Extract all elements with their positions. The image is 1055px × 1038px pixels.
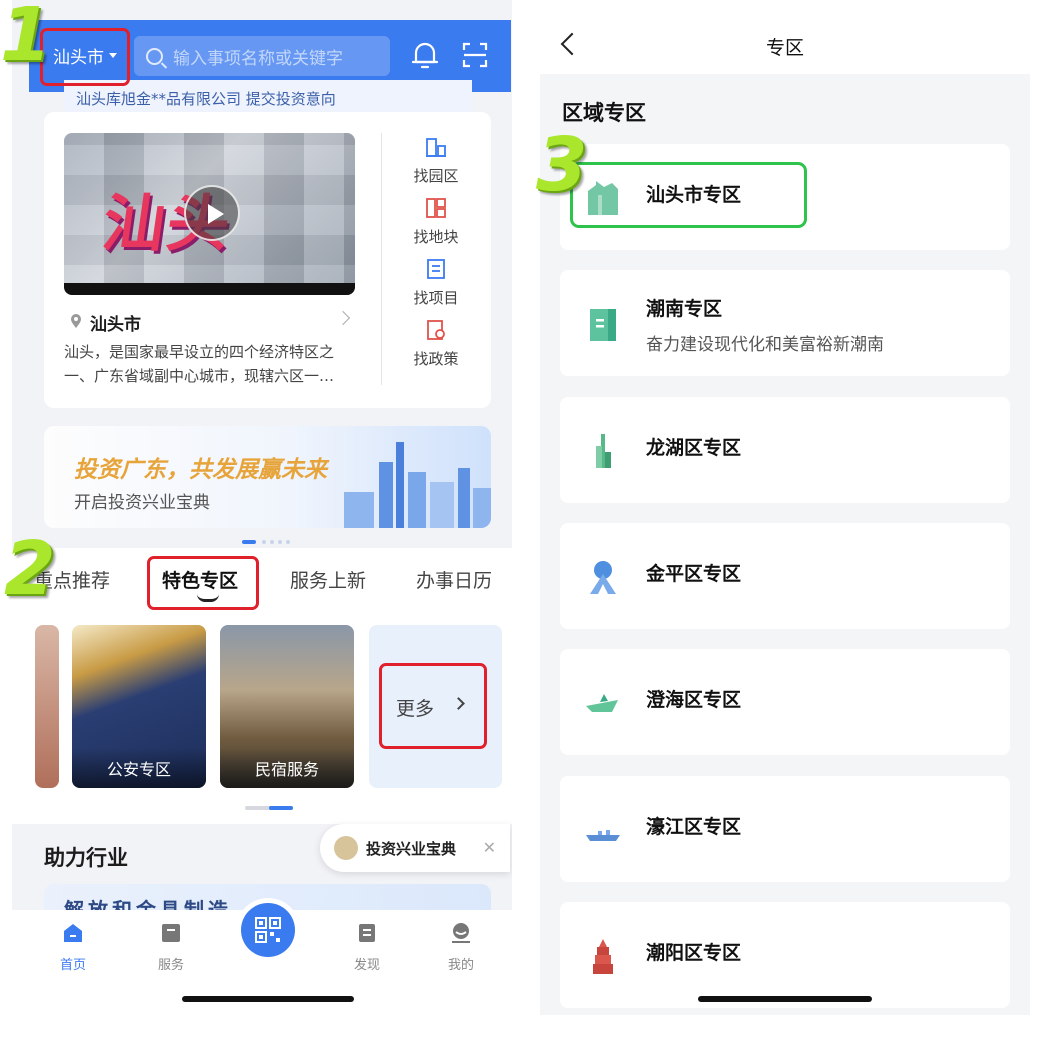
quick-find-project[interactable]: 找项目 bbox=[404, 258, 468, 308]
thumb-partial[interactable] bbox=[35, 625, 59, 788]
policy-icon bbox=[427, 320, 445, 340]
thumb-label: 公安专区 bbox=[72, 748, 206, 788]
zone-item-chaonan[interactable]: 潮南专区 奋力建设现代化和美富裕新潮南 bbox=[560, 270, 1010, 376]
monument-icon bbox=[590, 561, 616, 594]
highlight-shantou-zone bbox=[570, 162, 807, 228]
thumb-homestay-service[interactable]: 民宿服务 bbox=[220, 625, 354, 788]
tower-icon bbox=[596, 434, 611, 468]
search-icon bbox=[146, 47, 163, 65]
quick-label: 找地块 bbox=[413, 228, 459, 246]
banner-subtitle: 开启投资兴业宝典 bbox=[74, 493, 210, 513]
step-badge-3: 3 bbox=[536, 122, 588, 208]
tab-new-services[interactable]: 服务上新 bbox=[290, 566, 366, 593]
highlight-special-zones-tab bbox=[147, 556, 259, 610]
divider bbox=[381, 133, 382, 385]
banner-title: 投资广东，共发展赢未来 bbox=[74, 457, 327, 483]
boat-icon bbox=[586, 694, 618, 712]
home-icon bbox=[64, 924, 82, 942]
play-icon[interactable] bbox=[184, 185, 240, 241]
search-placeholder: 输入事项名称或关键字 bbox=[173, 48, 343, 69]
qr-code-icon bbox=[255, 917, 281, 943]
zone-item-chaoyang[interactable]: 潮阳区专区 bbox=[560, 902, 1010, 1008]
bridge-icon bbox=[586, 830, 620, 841]
video-bottom-bar bbox=[64, 283, 355, 295]
zone-item-jinping[interactable]: 金平区专区 bbox=[560, 523, 1010, 629]
zone-name: 潮南专区 bbox=[646, 298, 723, 320]
zone-item-chenghai[interactable]: 澄海区专区 bbox=[560, 649, 1010, 755]
bell-icon[interactable] bbox=[412, 40, 438, 70]
search-input[interactable]: 输入事项名称或关键字 bbox=[134, 36, 390, 76]
promo-banner[interactable]: 投资广东，共发展赢未来 开启投资兴业宝典 bbox=[44, 426, 491, 528]
tabbar-label: 服务 bbox=[157, 958, 184, 973]
tab-calendar[interactable]: 办事日历 bbox=[416, 566, 492, 593]
zone-name: 澄海区专区 bbox=[646, 689, 742, 711]
page-title: 专区 bbox=[765, 37, 804, 59]
city-description: 汕头，是国家最早设立的四个经济特区之一、广东省域副中心城市，现辖六区一… bbox=[64, 343, 335, 385]
user-icon bbox=[452, 923, 470, 943]
project-icon bbox=[427, 259, 445, 279]
highlight-city-selector bbox=[40, 28, 130, 86]
quick-find-policy[interactable]: 找政策 bbox=[404, 319, 468, 369]
investment-guide-pill[interactable]: 投资兴业宝典 ✕ bbox=[320, 824, 510, 872]
bookmark-icon bbox=[162, 924, 180, 942]
zone-name: 龙湖区专区 bbox=[646, 437, 742, 459]
quick-label: 找园区 bbox=[413, 167, 459, 185]
city-name[interactable]: 汕头市 bbox=[90, 310, 141, 335]
qr-code-button[interactable] bbox=[241, 903, 295, 957]
thumb-police-zone[interactable]: 公安专区 bbox=[72, 625, 206, 788]
banner-pager-dots bbox=[242, 540, 290, 544]
zone-subtitle: 奋力建设现代化和美富裕新潮南 bbox=[646, 335, 884, 355]
quick-find-land[interactable]: 找地块 bbox=[404, 197, 468, 247]
highlight-more-button bbox=[379, 663, 487, 749]
quick-label: 找政策 bbox=[413, 350, 459, 368]
discover-icon bbox=[359, 924, 375, 942]
quick-find-park[interactable]: 找园区 bbox=[404, 136, 468, 186]
zone-name: 潮阳区专区 bbox=[646, 942, 742, 964]
step-badge-2: 2 bbox=[4, 526, 56, 612]
tabbar-label: 首页 bbox=[59, 958, 86, 973]
zone-name: 濠江区专区 bbox=[646, 816, 742, 838]
city-skyline-illustration bbox=[344, 442, 491, 528]
pagoda-icon bbox=[593, 939, 613, 974]
step-badge-1: 1 bbox=[0, 0, 52, 78]
industry-card-title: 解放和金具制造 bbox=[64, 898, 232, 910]
home-indicator bbox=[182, 996, 354, 1002]
tabbar-discover[interactable]: 发现 bbox=[342, 922, 392, 973]
zone-item-longhu[interactable]: 龙湖区专区 bbox=[560, 397, 1010, 503]
city-video[interactable]: 汕头 bbox=[64, 133, 355, 295]
left-phone-screen: 汕头市 输入事项名称或关键字 汕头库旭金**品有限公司 提交投资意向 汕头 汕头… bbox=[12, 0, 512, 1038]
location-pin-icon bbox=[71, 314, 81, 328]
close-icon[interactable]: ✕ bbox=[483, 838, 496, 857]
screenshot-root: 汕头市 输入事项名称或关键字 汕头库旭金**品有限公司 提交投资意向 汕头 汕头… bbox=[0, 0, 1055, 1038]
scan-icon[interactable] bbox=[462, 42, 488, 68]
thumb-label: 民宿服务 bbox=[220, 748, 354, 788]
right-phone-screen: 专区 区域专区 汕头市专区 潮南专区 奋力建设现代化和美富裕新潮南 龙湖区专区 … bbox=[540, 0, 1030, 1015]
guide-logo-icon bbox=[334, 836, 358, 860]
park-icon bbox=[426, 138, 446, 157]
tabbar-service[interactable]: 服务 bbox=[146, 922, 196, 973]
section-title-industry: 助力行业 bbox=[44, 846, 128, 870]
home-indicator bbox=[698, 996, 872, 1002]
zone-item-haojiang[interactable]: 濠江区专区 bbox=[560, 776, 1010, 882]
tabbar-home[interactable]: 首页 bbox=[48, 922, 98, 973]
tabbar-mine[interactable]: 我的 bbox=[436, 922, 486, 973]
document-building-icon bbox=[590, 309, 616, 341]
zone-name: 金平区专区 bbox=[646, 563, 742, 585]
pill-label: 投资兴业宝典 bbox=[366, 839, 457, 858]
quick-label: 找项目 bbox=[413, 289, 459, 307]
carousel-scroll-indicator bbox=[245, 806, 293, 810]
land-icon bbox=[426, 198, 446, 218]
tabbar-label: 发现 bbox=[353, 958, 380, 973]
tabbar-label: 我的 bbox=[447, 958, 474, 973]
